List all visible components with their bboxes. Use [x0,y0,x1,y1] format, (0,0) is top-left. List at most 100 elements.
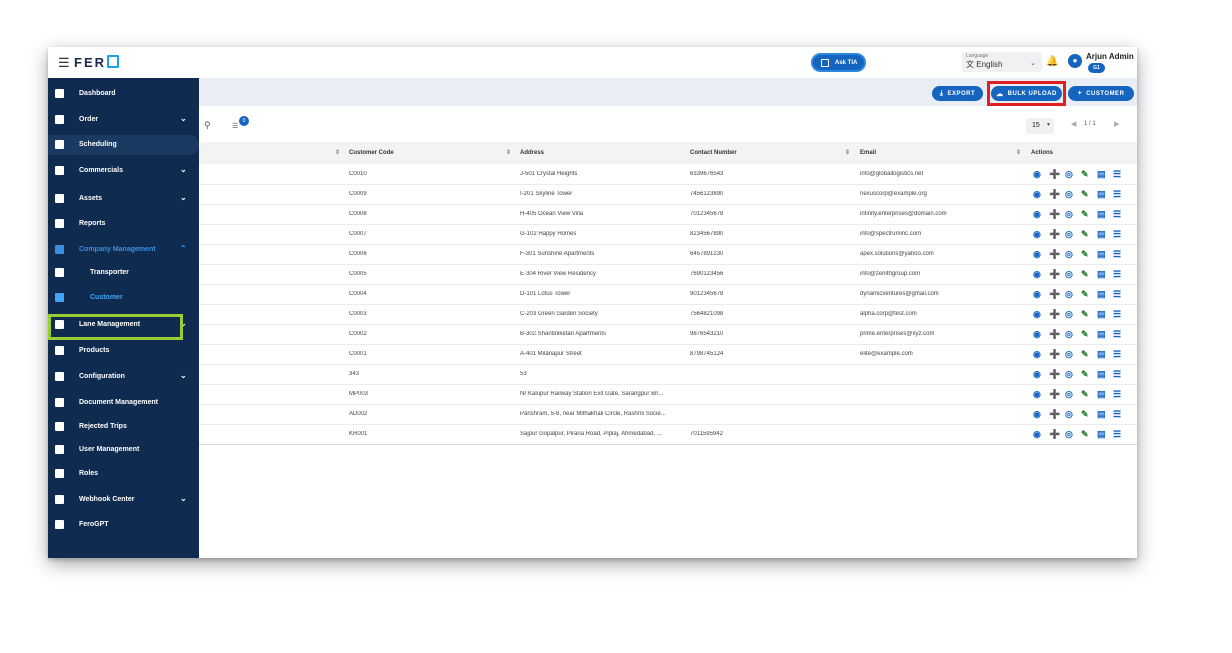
table-row[interactable]: C0001 A-401 Milanapur Street 8798745124 eli… [199,345,1137,365]
edit-icon[interactable]: ✎ [1081,209,1097,220]
column-contact-number[interactable]: Contact Number [690,150,737,156]
location-icon[interactable]: ◎ [1065,289,1081,300]
view-icon[interactable]: ◉ [1033,349,1049,360]
location-icon[interactable]: ◎ [1065,329,1081,340]
view-icon[interactable]: ◉ [1033,269,1049,280]
location-icon[interactable]: ◎ [1065,349,1081,360]
search-icon[interactable]: ⚲ [204,120,211,131]
table-row[interactable]: C0010 J-501 Crystal Heights 6339676543 info… [199,165,1137,185]
add-user-icon[interactable]: ➕ [1049,269,1065,280]
edit-icon[interactable]: ✎ [1081,229,1097,240]
column-resize-icon[interactable]: ⇕ [1016,149,1021,156]
table-row[interactable]: MP003 Nr Kalupur Railway Station Exit Gat… [199,385,1137,405]
edit-icon[interactable]: ✎ [1081,269,1097,280]
list-icon[interactable]: ☰ [1113,429,1129,440]
sidebar-item-webhook-center[interactable]: Webhook Center ⌄ [48,490,199,510]
table-row[interactable]: C0009 I-201 Skyline Tower 7456123890 nexusc… [199,185,1137,205]
edit-icon[interactable]: ✎ [1081,329,1097,340]
document-icon[interactable]: ▤ [1097,309,1113,320]
sidebar-item-customer[interactable]: Customer [48,288,199,308]
document-icon[interactable]: ▤ [1097,389,1113,400]
add-user-icon[interactable]: ➕ [1049,329,1065,340]
list-icon[interactable]: ☰ [1113,349,1129,360]
bell-icon[interactable]: 🔔 [1046,56,1058,67]
list-icon[interactable]: ☰ [1113,189,1129,200]
edit-icon[interactable]: ✎ [1081,349,1097,360]
document-icon[interactable]: ▤ [1097,169,1113,180]
column-resize-icon[interactable]: ⇕ [845,149,850,156]
rows-per-page-select[interactable]: 15 ▾ [1026,118,1054,134]
table-row[interactable]: AD002 Parishram, 5-8, near Mithakhali Cir… [199,405,1137,425]
list-icon[interactable]: ☰ [1113,249,1129,260]
location-icon[interactable]: ◎ [1065,269,1081,280]
menu-icon[interactable]: ☰ [58,55,70,71]
view-icon[interactable]: ◉ [1033,189,1049,200]
location-icon[interactable]: ◎ [1065,369,1081,380]
list-icon[interactable]: ☰ [1113,169,1129,180]
column-customer-code[interactable]: Customer Code [349,150,394,156]
sidebar-item-user-management[interactable]: User Management [48,440,199,460]
list-icon[interactable]: ☰ [1113,269,1129,280]
column-resize-icon[interactable]: ⇕ [506,149,511,156]
document-icon[interactable]: ▤ [1097,249,1113,260]
list-icon[interactable]: ☰ [1113,369,1129,380]
location-icon[interactable]: ◎ [1065,389,1081,400]
add-user-icon[interactable]: ➕ [1049,289,1065,300]
sidebar-item-assets[interactable]: Assets ⌄ [48,189,199,209]
edit-icon[interactable]: ✎ [1081,249,1097,260]
column-resize-icon[interactable]: ⇕ [335,149,340,156]
avatar[interactable]: ● [1068,54,1082,68]
view-icon[interactable]: ◉ [1033,389,1049,400]
export-button[interactable]: ⤓ EXPORT [932,86,983,101]
table-row[interactable]: C0002 B-302 Shantiniketan Apartments 98765… [199,325,1137,345]
logo[interactable]: FER [74,55,119,70]
add-user-icon[interactable]: ➕ [1049,369,1065,380]
table-row[interactable]: C0004 D-101 Lotus Tower 9012345678 dynamicv… [199,285,1137,305]
list-icon[interactable]: ☰ [1113,289,1129,300]
document-icon[interactable]: ▤ [1097,429,1113,440]
add-user-icon[interactable]: ➕ [1049,209,1065,220]
view-icon[interactable]: ◉ [1033,309,1049,320]
view-icon[interactable]: ◉ [1033,329,1049,340]
sidebar-item-reports[interactable]: Reports [48,214,199,234]
language-select[interactable]: Language 文 English ⌄ [962,52,1042,72]
table-row[interactable]: C0005 E-304 River View Residency 769012345… [199,265,1137,285]
list-icon[interactable]: ☰ [1113,209,1129,220]
table-row[interactable]: C0007 G-102 Happy Homes 8234567890 info@spe… [199,225,1137,245]
table-row[interactable]: KR001 Sajpur Gopalpur, Pirana Road, Pipla… [199,425,1137,445]
add-customer-button[interactable]: + CUSTOMER [1068,86,1134,101]
document-icon[interactable]: ▤ [1097,209,1113,220]
sidebar-item-scheduling[interactable]: Scheduling [48,135,199,155]
list-icon[interactable]: ☰ [1113,229,1129,240]
edit-icon[interactable]: ✎ [1081,429,1097,440]
list-icon[interactable]: ☰ [1113,329,1129,340]
add-user-icon[interactable]: ➕ [1049,229,1065,240]
filter-icon[interactable]: ☰ [232,122,238,130]
list-icon[interactable]: ☰ [1113,309,1129,320]
column-address[interactable]: Address [520,150,544,156]
add-user-icon[interactable]: ➕ [1049,389,1065,400]
add-user-icon[interactable]: ➕ [1049,409,1065,420]
sidebar-item-company-management[interactable]: Company Management ⌃ [48,240,199,260]
location-icon[interactable]: ◎ [1065,249,1081,260]
view-icon[interactable]: ◉ [1033,209,1049,220]
location-icon[interactable]: ◎ [1065,189,1081,200]
location-icon[interactable]: ◎ [1065,309,1081,320]
location-icon[interactable]: ◎ [1065,169,1081,180]
location-icon[interactable]: ◎ [1065,429,1081,440]
add-user-icon[interactable]: ➕ [1049,169,1065,180]
sidebar-item-order[interactable]: Order ⌄ [48,110,199,130]
next-page-icon[interactable]: ▶ [1114,120,1119,128]
view-icon[interactable]: ◉ [1033,249,1049,260]
view-icon[interactable]: ◉ [1033,289,1049,300]
add-user-icon[interactable]: ➕ [1049,309,1065,320]
edit-icon[interactable]: ✎ [1081,309,1097,320]
sidebar-item-transporter[interactable]: Transporter [48,263,199,283]
sidebar-item-document-management[interactable]: Document Management [48,393,199,413]
edit-icon[interactable]: ✎ [1081,389,1097,400]
edit-icon[interactable]: ✎ [1081,169,1097,180]
table-row[interactable]: C0006 F-301 Sunshine Apartments 6457891230… [199,245,1137,265]
document-icon[interactable]: ▤ [1097,229,1113,240]
list-icon[interactable]: ☰ [1113,389,1129,400]
view-icon[interactable]: ◉ [1033,429,1049,440]
